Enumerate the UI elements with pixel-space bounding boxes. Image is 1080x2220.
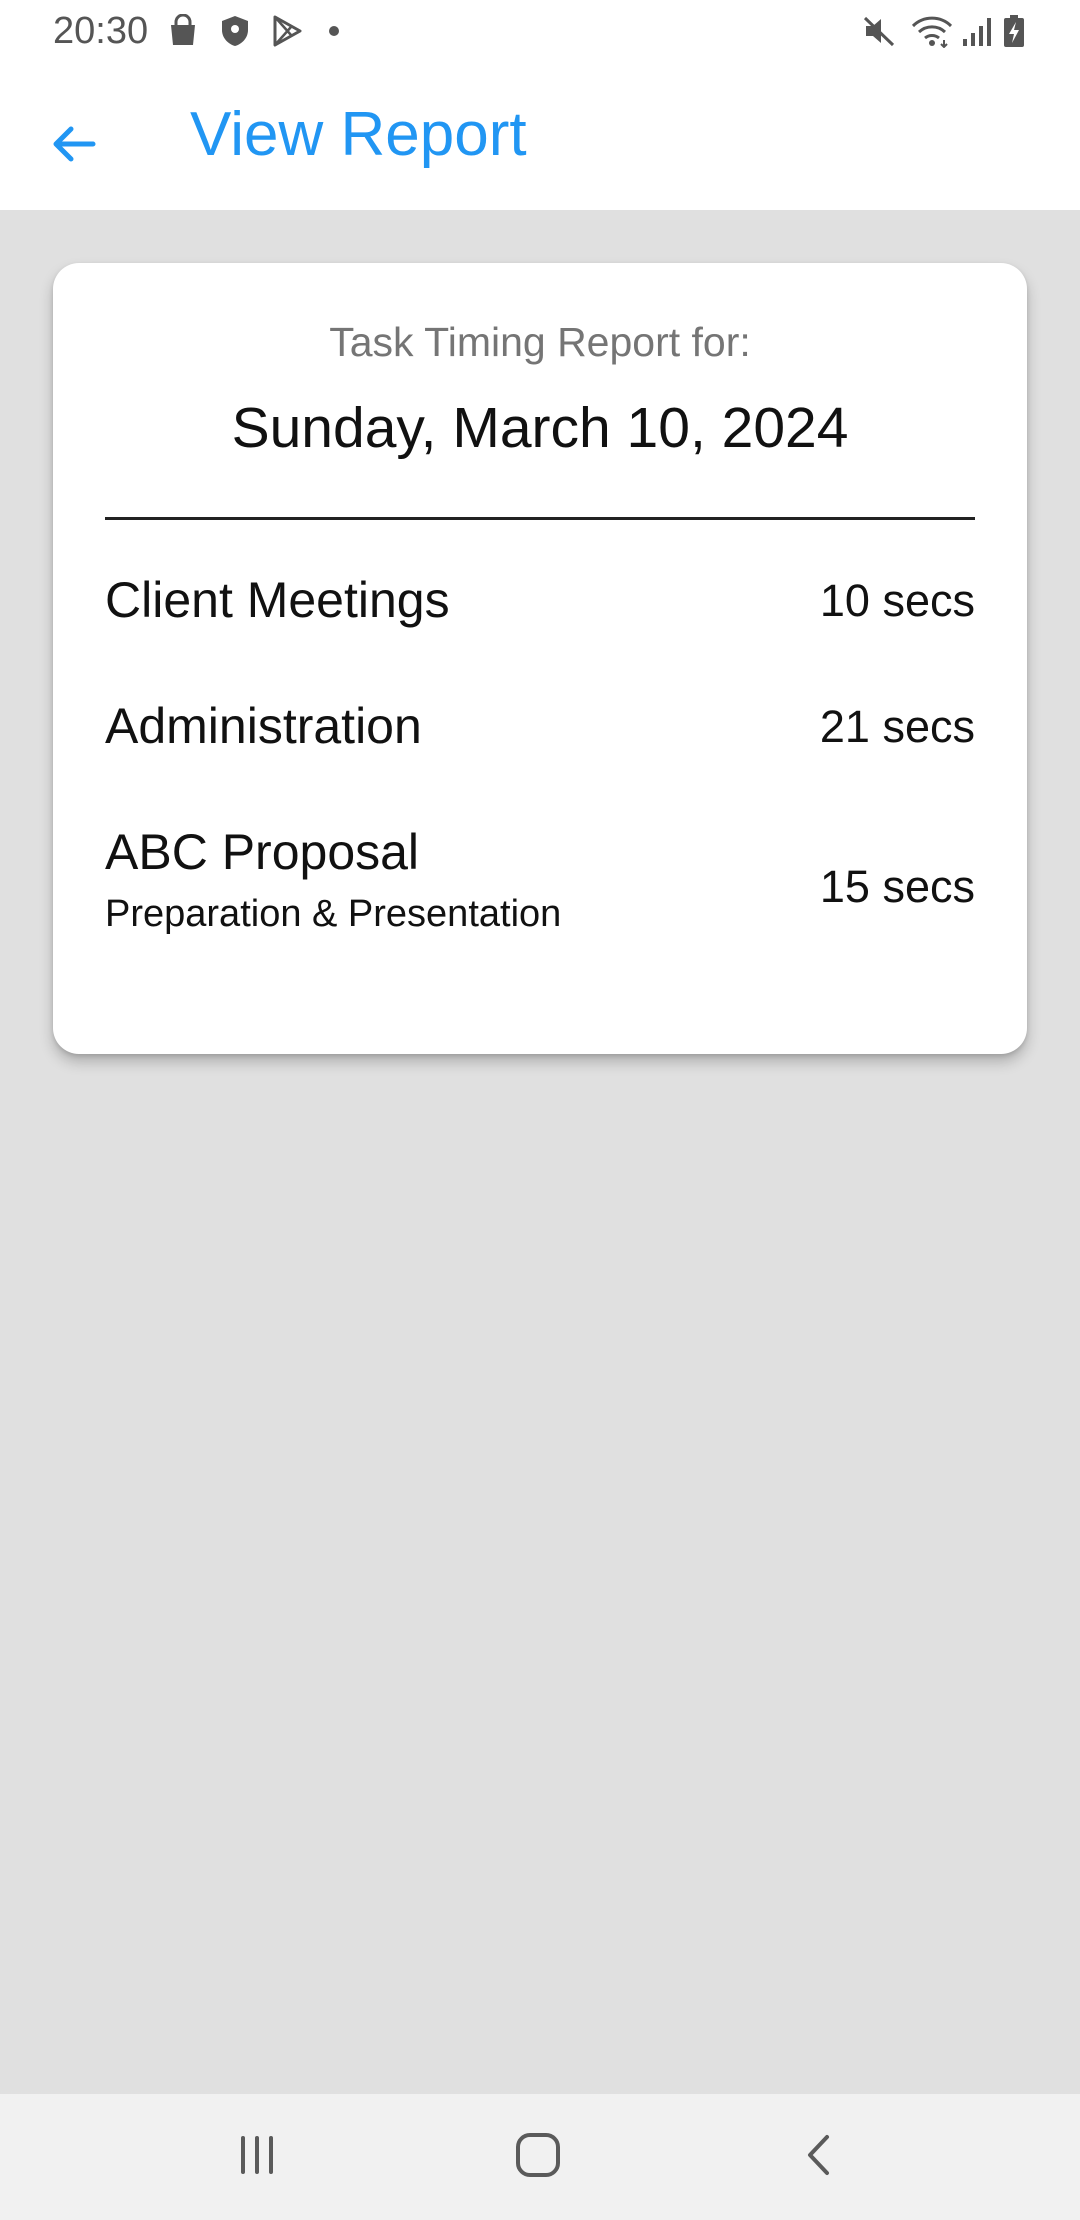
status-time: 20:30 xyxy=(53,10,149,52)
shopping-bag-icon xyxy=(166,13,200,48)
back-nav-icon xyxy=(797,2132,843,2183)
task-name: ABC Proposal xyxy=(105,824,420,880)
shield-icon xyxy=(218,14,252,48)
task-row: ABC Proposal Preparation & Presentation … xyxy=(105,823,975,963)
nav-bar xyxy=(0,2094,1080,2220)
report-heading: Task Timing Report for: xyxy=(329,319,751,365)
arrow-left-icon xyxy=(49,119,99,174)
report-date: Sunday, March 10, 2024 xyxy=(231,396,849,460)
battery-charging-icon xyxy=(1002,14,1026,48)
wifi-icon xyxy=(910,14,954,49)
back-nav-button[interactable] xyxy=(785,2122,855,2192)
status-bar: 20:30 xyxy=(0,0,1080,64)
recent-apps-button[interactable] xyxy=(222,2122,292,2192)
task-name: Administration xyxy=(105,698,422,754)
task-duration: 21 secs xyxy=(819,701,975,752)
play-store-icon xyxy=(270,14,304,48)
task-name: Client Meetings xyxy=(105,572,450,628)
page-title: View Report xyxy=(190,100,527,169)
recent-apps-icon xyxy=(234,2132,280,2183)
task-duration: 15 secs xyxy=(819,861,975,912)
task-row: Administration 21 secs xyxy=(105,697,975,787)
mute-icon xyxy=(862,14,896,48)
screen: 20:30 View Report Task Timing Report for… xyxy=(0,0,1080,2220)
home-icon xyxy=(513,2130,563,2185)
task-duration: 10 secs xyxy=(819,575,975,626)
back-button[interactable] xyxy=(34,106,114,186)
report-card: Task Timing Report for: Sunday, March 10… xyxy=(53,263,1027,1054)
divider xyxy=(105,517,975,520)
task-subtitle: Preparation & Presentation xyxy=(105,893,562,935)
app-bar: View Report xyxy=(0,64,1080,210)
home-button[interactable] xyxy=(503,2122,573,2192)
dot-icon xyxy=(326,14,360,48)
task-row: Client Meetings 10 secs xyxy=(105,571,975,661)
signal-icon xyxy=(960,14,994,48)
